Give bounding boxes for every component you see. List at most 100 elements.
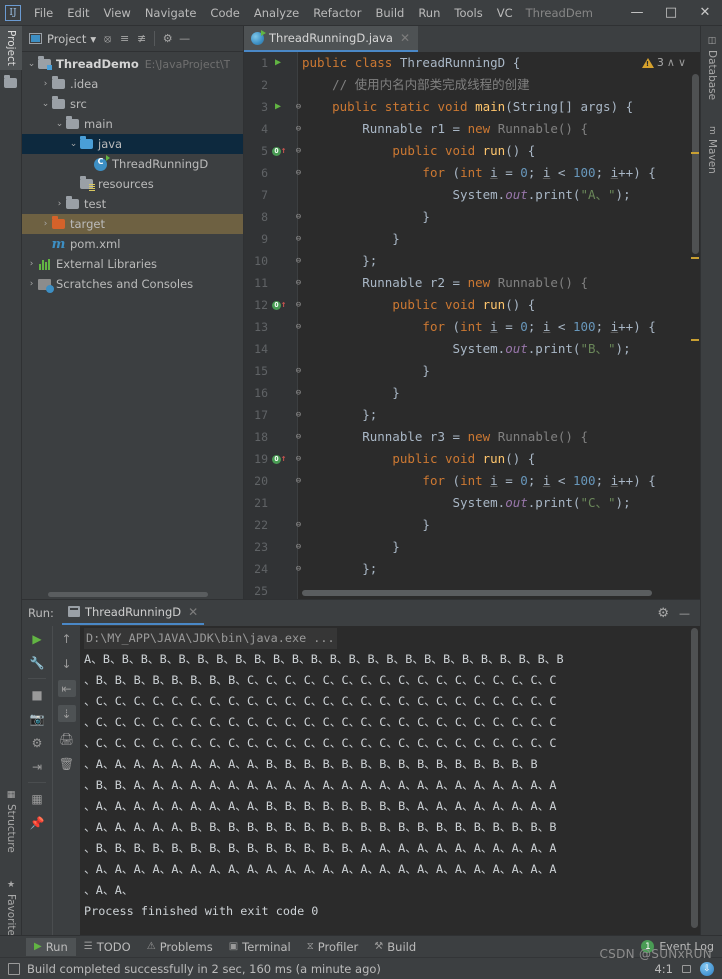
sidebar-tab-maven[interactable]: m Maven — [701, 122, 722, 178]
menu-build[interactable]: Build — [368, 3, 411, 23]
fold-end-icon[interactable]: ⊖ — [293, 536, 304, 558]
menu-vc[interactable]: VC — [490, 3, 520, 23]
chevron-down-icon[interactable]: ⌄ — [40, 99, 51, 109]
menu-view[interactable]: View — [97, 3, 138, 23]
code-editor[interactable]: 1 ▶ public class ThreadRunningD {2 // 使用内名… — [244, 52, 700, 599]
tree-node-external-libraries[interactable]: › External Libraries — [22, 254, 243, 274]
fold-collapse-icon[interactable]: ⊖ — [293, 118, 304, 140]
marker-stripe-warning[interactable] — [691, 257, 699, 259]
tree-node-threaddemo[interactable]: ⌄ ThreadDemo E:\JavaProject\T — [22, 54, 243, 74]
up-arrow-icon[interactable]: ↑ — [58, 630, 76, 647]
close-button[interactable]: ✕ — [688, 0, 722, 25]
fold-end-icon[interactable]: ⊖ — [293, 382, 304, 404]
chevron-right-icon[interactable]: › — [26, 259, 37, 269]
trash-icon[interactable]: 🗑 — [58, 755, 76, 772]
menu-analyze[interactable]: Analyze — [247, 3, 306, 23]
fold-collapse-icon[interactable]: ⊖ — [293, 426, 304, 448]
chevron-right-icon[interactable]: › — [54, 199, 65, 209]
lock-icon[interactable] — [682, 964, 691, 973]
tree-node-test[interactable]: › test — [22, 194, 243, 214]
collapse-all-icon[interactable]: ≢ — [134, 31, 149, 46]
editor-vertical-scrollbar[interactable] — [692, 74, 699, 254]
chevron-down-icon[interactable]: ∨ — [678, 56, 686, 69]
tree-node-threadrunningd[interactable]: ThreadRunningD — [22, 154, 243, 174]
tree-node-scratches-and-consoles[interactable]: › Scratches and Consoles — [22, 274, 243, 294]
event-log-area[interactable]: 1 Event Log — [641, 940, 722, 953]
tree-node-idea[interactable]: › .idea — [22, 74, 243, 94]
tab-threadrunningd-java[interactable]: ThreadRunningD.java ✕ — [244, 26, 419, 52]
fold-collapse-icon[interactable]: ⊖ — [293, 448, 304, 470]
gear-icon[interactable]: ⚙ — [657, 606, 669, 621]
sidebar-tab-project[interactable]: Project — [0, 26, 22, 70]
rerun-icon[interactable]: ▶ — [28, 630, 46, 647]
run-gutter-icon[interactable]: ▶ — [272, 96, 284, 118]
project-view-selector[interactable]: Project ▾ — [26, 29, 98, 48]
inspection-status-widget[interactable]: 3 ∧ ∨ — [641, 56, 686, 69]
settings-gear-icon[interactable]: ⚙ — [160, 31, 175, 46]
override-gutter-icon[interactable]: O ↑ — [272, 140, 286, 162]
hide-icon[interactable]: — — [679, 607, 690, 620]
locate-icon[interactable]: ⦻ — [100, 31, 115, 46]
down-arrow-icon[interactable]: ↓ — [58, 655, 76, 672]
chevron-right-icon[interactable]: › — [40, 219, 51, 229]
override-gutter-icon[interactable]: O ↑ — [272, 294, 286, 316]
tree-node-target[interactable]: › target — [22, 214, 243, 234]
tree-node-pom-xml[interactable]: m pom.xml — [22, 234, 243, 254]
menu-file[interactable]: File — [27, 3, 60, 23]
soft-wrap-icon[interactable]: ⇤ — [57, 680, 76, 697]
hide-icon[interactable]: — — [177, 31, 192, 46]
scroll-to-end-icon[interactable]: ⇣ — [57, 705, 76, 722]
fold-collapse-icon[interactable]: ⊖ — [293, 96, 304, 118]
chevron-right-icon[interactable]: › — [26, 279, 37, 289]
wrench-icon[interactable]: 🔧 — [28, 654, 46, 671]
bottom-tab-terminal[interactable]: ▣ Terminal — [221, 938, 299, 956]
fold-end-icon[interactable]: ⊖ — [293, 228, 304, 250]
bottom-tab-run[interactable]: ▶ Run — [26, 937, 76, 956]
menu-refactor[interactable]: Refactor — [306, 3, 368, 23]
sidebar-tab-structure[interactable]: ▦ Structure — [0, 786, 22, 857]
expand-all-icon[interactable]: ≡ — [117, 31, 132, 46]
chevron-down-icon[interactable]: ⌄ — [26, 59, 37, 69]
chevron-right-icon[interactable]: › — [40, 79, 51, 89]
fold-end-icon[interactable]: ⊖ — [293, 514, 304, 536]
camera-icon[interactable]: 📷 — [28, 710, 46, 727]
thread-dump-icon[interactable]: ⚙ — [28, 734, 46, 751]
menu-tools[interactable]: Tools — [447, 3, 489, 23]
chevron-down-icon[interactable]: ⌄ — [54, 119, 65, 129]
menu-code[interactable]: Code — [203, 3, 246, 23]
marker-stripe-warning[interactable] — [691, 339, 699, 341]
sidebar-tab-database[interactable]: ◫ Database — [701, 32, 722, 104]
bottom-tab-build[interactable]: ⚒ Build — [366, 938, 424, 956]
tree-node-src[interactable]: ⌄ src — [22, 94, 243, 114]
project-horizontal-scrollbar[interactable] — [48, 592, 208, 597]
menu-run[interactable]: Run — [411, 3, 447, 23]
run-configuration-tab[interactable]: ThreadRunningD ✕ — [61, 602, 205, 625]
menu-edit[interactable]: Edit — [60, 3, 96, 23]
editor-horizontal-scrollbar[interactable] — [302, 590, 652, 596]
tree-node-java[interactable]: ⌄ java — [22, 134, 243, 154]
close-icon[interactable]: ✕ — [188, 605, 198, 619]
fold-collapse-icon[interactable]: ⊖ — [293, 140, 304, 162]
fold-collapse-icon[interactable]: ⊖ — [293, 272, 304, 294]
pin-icon[interactable]: 📌 — [28, 814, 46, 831]
print-icon[interactable]: 🖨 — [58, 730, 76, 747]
fold-end-icon[interactable]: ⊖ — [293, 250, 304, 272]
notifications-icon[interactable]: ⇩ — [700, 961, 714, 976]
bottom-tab-todo[interactable]: ☰ TODO — [76, 938, 139, 956]
close-icon[interactable]: ✕ — [400, 31, 410, 45]
fold-collapse-icon[interactable]: ⊖ — [293, 316, 304, 338]
tree-node-resources[interactable]: resources — [22, 174, 243, 194]
maximize-button[interactable]: □ — [654, 0, 688, 25]
menu-navigate[interactable]: Navigate — [138, 3, 204, 23]
fold-collapse-icon[interactable]: ⊖ — [293, 162, 304, 184]
console-vertical-scrollbar[interactable] — [691, 628, 698, 928]
fold-collapse-icon[interactable]: ⊖ — [293, 470, 304, 492]
fold-end-icon[interactable]: ⊖ — [293, 404, 304, 426]
message-icon[interactable] — [8, 962, 20, 975]
run-gutter-icon[interactable]: ▶ — [272, 52, 284, 74]
chevron-down-icon[interactable]: ⌄ — [68, 139, 79, 149]
marker-stripe-warning[interactable] — [691, 152, 699, 154]
caret-position[interactable]: 4:1 — [654, 962, 673, 976]
fold-end-icon[interactable]: ⊖ — [293, 558, 304, 580]
override-gutter-icon[interactable]: O ↑ — [272, 448, 286, 470]
